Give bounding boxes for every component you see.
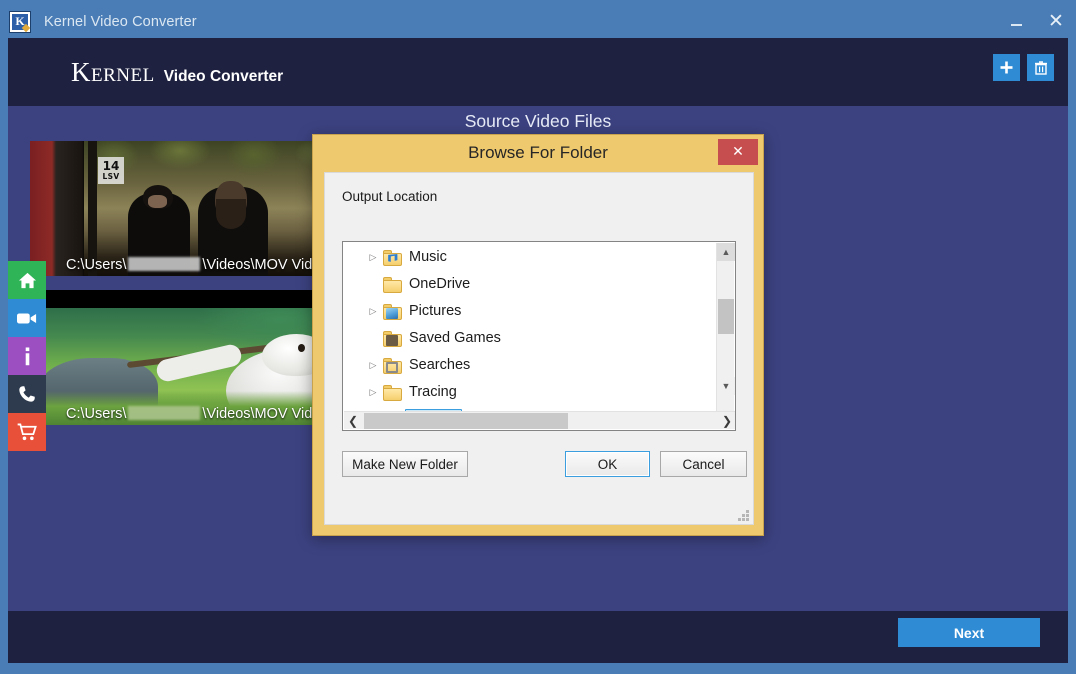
close-button[interactable]: ✕ xyxy=(1036,0,1076,43)
phone-icon xyxy=(19,386,35,402)
scroll-left-button[interactable]: ❮ xyxy=(344,412,362,430)
dialog-body: Output Location ▷ Music ▷ OneDrive ▷ xyxy=(324,172,754,525)
chevron-right-icon[interactable]: ▷ xyxy=(365,358,381,374)
ok-button[interactable]: OK xyxy=(565,451,650,477)
rating-value: 14 xyxy=(102,159,120,174)
app-window: K Kernel Video Converter ✕ Kernel Video … xyxy=(0,0,1076,674)
rating-descriptors: LSV xyxy=(102,171,120,181)
tree-item-onedrive[interactable]: ▷ OneDrive xyxy=(343,271,717,298)
folder-tree: ▷ Music ▷ OneDrive ▷ Pictures xyxy=(342,241,736,431)
folder-music-icon xyxy=(383,249,402,266)
delete-files-button[interactable] xyxy=(1027,54,1054,81)
horizontal-scrollbar[interactable]: ❮ ❯ xyxy=(344,411,735,430)
dialog-close-button[interactable]: ✕ xyxy=(718,139,758,165)
cart-icon xyxy=(17,423,37,441)
chevron-right-icon[interactable]: ▷ xyxy=(365,385,381,401)
close-icon: ✕ xyxy=(1048,10,1064,32)
folder-tree-viewport: ▷ Music ▷ OneDrive ▷ Pictures xyxy=(343,242,717,412)
browse-for-folder-dialog: Browse For Folder ✕ Output Location ▷ Mu… xyxy=(312,134,764,536)
scroll-right-button[interactable]: ❯ xyxy=(718,412,735,430)
tree-item-music[interactable]: ▷ Music xyxy=(343,244,717,271)
home-icon xyxy=(18,272,36,288)
tree-item-pictures[interactable]: ▷ Pictures xyxy=(343,298,717,325)
app-icon: K xyxy=(9,10,31,33)
dialog-title: Browse For Folder xyxy=(468,143,608,162)
header-actions xyxy=(993,54,1054,81)
sidebar-item-support[interactable] xyxy=(8,375,46,413)
tree-item-searches[interactable]: ▷ Searches xyxy=(343,352,717,379)
make-new-folder-button[interactable]: Make New Folder xyxy=(342,451,468,477)
info-icon xyxy=(25,346,29,365)
cancel-button[interactable]: Cancel xyxy=(660,451,747,477)
folder-icon xyxy=(383,276,402,293)
vertical-scrollbar-thumb[interactable] xyxy=(718,299,734,334)
brand-product: Video Converter xyxy=(163,67,284,85)
sidebar-item-buy[interactable] xyxy=(8,413,46,451)
dialog-buttons: Make New Folder OK Cancel xyxy=(342,451,747,477)
sidebar-item-info[interactable] xyxy=(8,337,46,375)
trash-icon xyxy=(1034,60,1047,75)
tree-item-label: Tracing xyxy=(409,384,457,400)
folder-games-icon xyxy=(383,330,402,347)
window-titlebar: K Kernel Video Converter ✕ xyxy=(0,0,1076,43)
tree-item-label: Saved Games xyxy=(409,330,501,346)
window-title: Kernel Video Converter xyxy=(44,13,197,30)
horizontal-scrollbar-thumb[interactable] xyxy=(364,413,568,429)
folder-search-icon xyxy=(383,357,402,374)
brand-header: Kernel Video Converter xyxy=(8,38,1068,106)
brand-logo: Kernel Video Converter xyxy=(71,57,283,88)
minimize-icon xyxy=(1010,23,1022,26)
folder-pictures-icon xyxy=(383,303,402,320)
plus-icon xyxy=(1000,61,1013,74)
sidebar-item-video[interactable] xyxy=(8,299,46,337)
output-location-label: Output Location xyxy=(342,189,438,204)
rating-badge: 14 LSV xyxy=(98,157,124,184)
tree-item-tracing[interactable]: ▷ Tracing xyxy=(343,379,717,406)
sidebar xyxy=(8,261,46,451)
tree-item-label: Pictures xyxy=(409,303,462,319)
scroll-up-button[interactable]: ▲ xyxy=(717,243,735,261)
tree-item-label: Searches xyxy=(409,357,471,373)
window-controls: ✕ xyxy=(996,0,1076,43)
tree-item-saved-games[interactable]: ▷ Saved Games xyxy=(343,325,717,352)
scroll-down-button[interactable]: ▼ xyxy=(717,377,735,395)
add-files-button[interactable] xyxy=(993,54,1020,81)
folder-icon xyxy=(383,384,402,401)
brand-name: Kernel xyxy=(71,56,155,87)
minimize-button[interactable] xyxy=(996,0,1036,43)
page-title: Source Video Files xyxy=(464,111,612,131)
bottom-bar: Next xyxy=(8,611,1068,663)
next-button[interactable]: Next xyxy=(898,618,1040,647)
sidebar-item-home[interactable] xyxy=(8,261,46,299)
video-camera-icon xyxy=(17,313,37,323)
chevron-right-icon[interactable]: ▷ xyxy=(365,250,381,266)
tree-item-label: Music xyxy=(409,249,447,265)
chevron-right-icon[interactable]: ▷ xyxy=(365,304,381,320)
resize-grip[interactable] xyxy=(737,509,749,521)
vertical-scrollbar[interactable]: ▲ ▼ xyxy=(716,243,735,413)
tree-item-label: OneDrive xyxy=(409,276,471,292)
